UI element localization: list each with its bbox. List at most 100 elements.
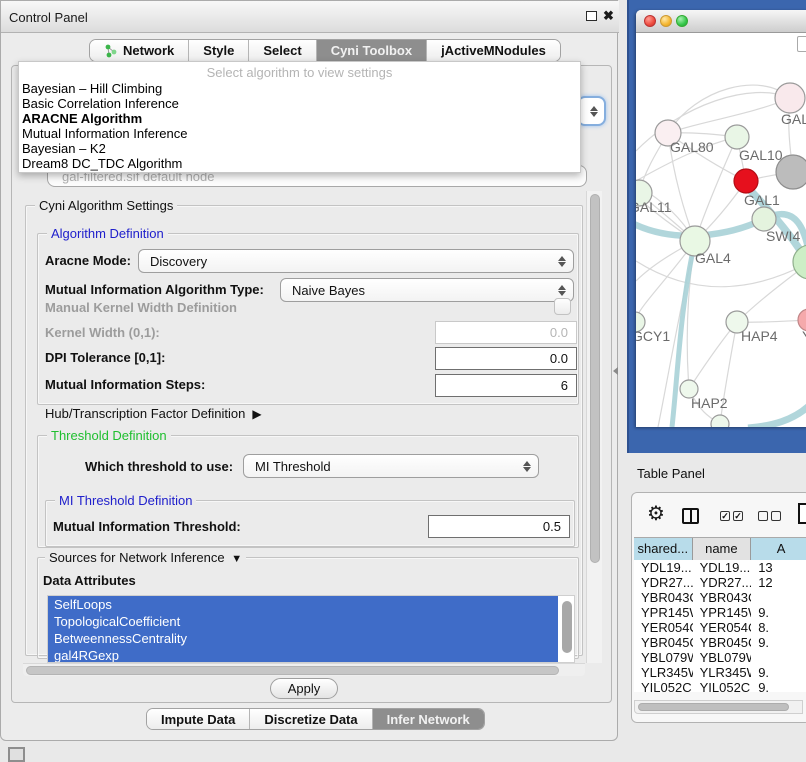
hub-section-toggle[interactable]: Hub/Transcription Factor Definition ▶: [45, 406, 262, 421]
network-icon: [104, 44, 118, 58]
zoom-traffic-light-icon[interactable]: [676, 15, 688, 27]
spinner-arrows-icon: [590, 98, 598, 124]
sources-group-title[interactable]: Sources for Network Inference ▼: [45, 550, 246, 565]
close-panel-icon[interactable]: ✖: [603, 8, 614, 24]
table-row[interactable]: YDL19...YDL19...13: [634, 560, 806, 575]
table-row[interactable]: YPR145WYPR145W9.: [634, 605, 806, 620]
network-window-titlebar[interactable]: [636, 10, 806, 33]
dpi-tolerance-field[interactable]: 0.0: [435, 347, 577, 370]
table-cell: 13: [751, 560, 806, 575]
table-row[interactable]: YBR045CYBR045C9.: [634, 635, 806, 650]
table-scrollbar-thumb[interactable]: [638, 703, 789, 711]
table-row[interactable]: YLR345WYLR345W9.: [634, 665, 806, 680]
table-cell: 9.: [751, 605, 806, 620]
table-cell: YPR145W: [634, 605, 693, 620]
algorithm-dropdown-list: Select algorithm to view settings Bayesi…: [18, 61, 581, 173]
tab-cyni-toolbox[interactable]: Cyni Toolbox: [317, 40, 427, 61]
table-row[interactable]: YBR043CYBR043C: [634, 590, 806, 605]
table-row[interactable]: YIL052CYIL052C9.: [634, 680, 806, 692]
table-cell: [751, 650, 806, 665]
data-attributes-list[interactable]: SelfLoopsTopologicalCoefficientBetweenne…: [47, 595, 575, 663]
tab-select[interactable]: Select: [249, 40, 316, 61]
column-header[interactable]: name: [693, 538, 752, 560]
tab-infer-network[interactable]: Infer Network: [373, 709, 484, 729]
checked-box-icon[interactable]: ✓: [720, 511, 730, 521]
dock-corner-icon[interactable]: [8, 747, 25, 762]
manual-kernel-checkbox[interactable]: [554, 298, 571, 315]
tab-style[interactable]: Style: [189, 40, 249, 61]
attribute-list-item[interactable]: TopologicalCoefficient: [48, 613, 558, 630]
unchecked-box-icon[interactable]: [771, 511, 781, 521]
algorithm-combo-remnant[interactable]: [577, 96, 606, 126]
network-node[interactable]: [725, 125, 749, 149]
tab-network[interactable]: Network: [90, 40, 189, 61]
network-edge[interactable]: [668, 85, 790, 133]
attribute-list-item[interactable]: BetweennessCentrality: [48, 630, 558, 647]
table-row[interactable]: YDR27...YDR27...12: [634, 575, 806, 590]
network-edge[interactable]: [689, 322, 737, 389]
dropdown-item[interactable]: Mutual Information Inference: [19, 126, 580, 141]
attribute-list-item[interactable]: SelfLoops: [48, 596, 558, 613]
checked-box-icon[interactable]: ✓: [733, 511, 743, 521]
table-cell: YDL19...: [634, 560, 693, 575]
column-header[interactable]: shared...: [634, 538, 693, 560]
aracne-mode-combo[interactable]: Discovery: [138, 249, 574, 273]
mi-type-combo[interactable]: Naive Bayes: [280, 278, 574, 302]
settings-horizontal-scrollbar[interactable]: [23, 663, 585, 676]
network-graph[interactable]: GALGAL80GAL10GAL1GAL11SWI4GAL4GCY1HAP4YH…: [636, 33, 806, 427]
network-canvas[interactable]: GALGAL80GAL10GAL1GAL11SWI4GAL4GCY1HAP4YH…: [636, 33, 806, 427]
close-traffic-light-icon[interactable]: [644, 15, 656, 27]
network-node[interactable]: [775, 83, 805, 113]
tab-jactivemnodules[interactable]: jActiveMNodules: [427, 40, 560, 61]
columns-icon[interactable]: [682, 508, 699, 524]
node-label: HAP2: [691, 395, 728, 411]
node-label: GAL80: [670, 139, 714, 155]
table-cell: YBR043C: [693, 590, 752, 605]
table-cell: YER054C: [693, 620, 752, 635]
minimize-traffic-light-icon[interactable]: [660, 15, 672, 27]
apply-button[interactable]: Apply: [270, 678, 338, 699]
tab-discretize-data[interactable]: Discretize Data: [250, 709, 372, 729]
settings-vertical-scrollbar[interactable]: [586, 191, 602, 663]
node-label: HAP4: [741, 328, 778, 344]
panel-title: Control Panel: [9, 10, 88, 25]
threshold-definition-title: Threshold Definition: [47, 428, 171, 443]
network-edge[interactable]: [748, 403, 806, 427]
kernel-width-field[interactable]: 0.0: [435, 321, 577, 344]
column-header[interactable]: A: [751, 538, 806, 560]
network-corner-widget[interactable]: [797, 36, 806, 52]
dropdown-item[interactable]: Basic Correlation Inference: [19, 96, 580, 111]
document-icon[interactable]: [798, 503, 806, 524]
which-threshold-label: Which threshold to use:: [85, 459, 233, 474]
expand-right-icon: ▶: [249, 407, 262, 421]
unchecked-box-icon[interactable]: [758, 511, 768, 521]
network-node[interactable]: [734, 169, 758, 193]
attribute-list-item[interactable]: gal4RGexp: [48, 647, 558, 663]
mi-steps-field[interactable]: 6: [435, 374, 577, 397]
table-cell: YIL052C: [693, 680, 752, 692]
dropdown-item[interactable]: Dream8 DC_TDC Algorithm: [19, 156, 580, 171]
dropdown-item[interactable]: Bayesian – K2: [19, 141, 580, 156]
dropdown-item[interactable]: ARACNE Algorithm: [19, 111, 580, 126]
node-label: SWI4: [766, 228, 800, 244]
dropdown-prompt: Select algorithm to view settings: [19, 62, 580, 81]
vertical-scrollbar-thumb[interactable]: [590, 194, 600, 563]
tab-impute-data[interactable]: Impute Data: [147, 709, 250, 729]
which-threshold-combo[interactable]: MI Threshold: [243, 454, 539, 478]
table-cell: 12: [751, 575, 806, 590]
table-horizontal-scrollbar[interactable]: [634, 700, 803, 714]
table-row[interactable]: YBL079WYBL079W: [634, 650, 806, 665]
list-scrollbar-thumb[interactable]: [562, 601, 572, 653]
mi-threshold-field[interactable]: 0.5: [428, 515, 570, 538]
horizontal-scrollbar-thumb[interactable]: [26, 666, 559, 675]
network-node[interactable]: [711, 415, 729, 427]
float-window-icon[interactable]: [586, 11, 597, 21]
table-row[interactable]: YER054CYER054C8.: [634, 620, 806, 635]
panel-divider-handle[interactable]: [613, 367, 618, 375]
mi-threshold-group-title: MI Threshold Definition: [55, 493, 196, 508]
table-cell: YLR345W: [693, 665, 752, 680]
dropdown-item[interactable]: Bayesian – Hill Climbing: [19, 81, 580, 96]
gear-icon[interactable]: ⚙: [647, 504, 665, 524]
cyni-settings-title: Cyni Algorithm Settings: [35, 198, 177, 213]
table-cell: YDR27...: [693, 575, 752, 590]
